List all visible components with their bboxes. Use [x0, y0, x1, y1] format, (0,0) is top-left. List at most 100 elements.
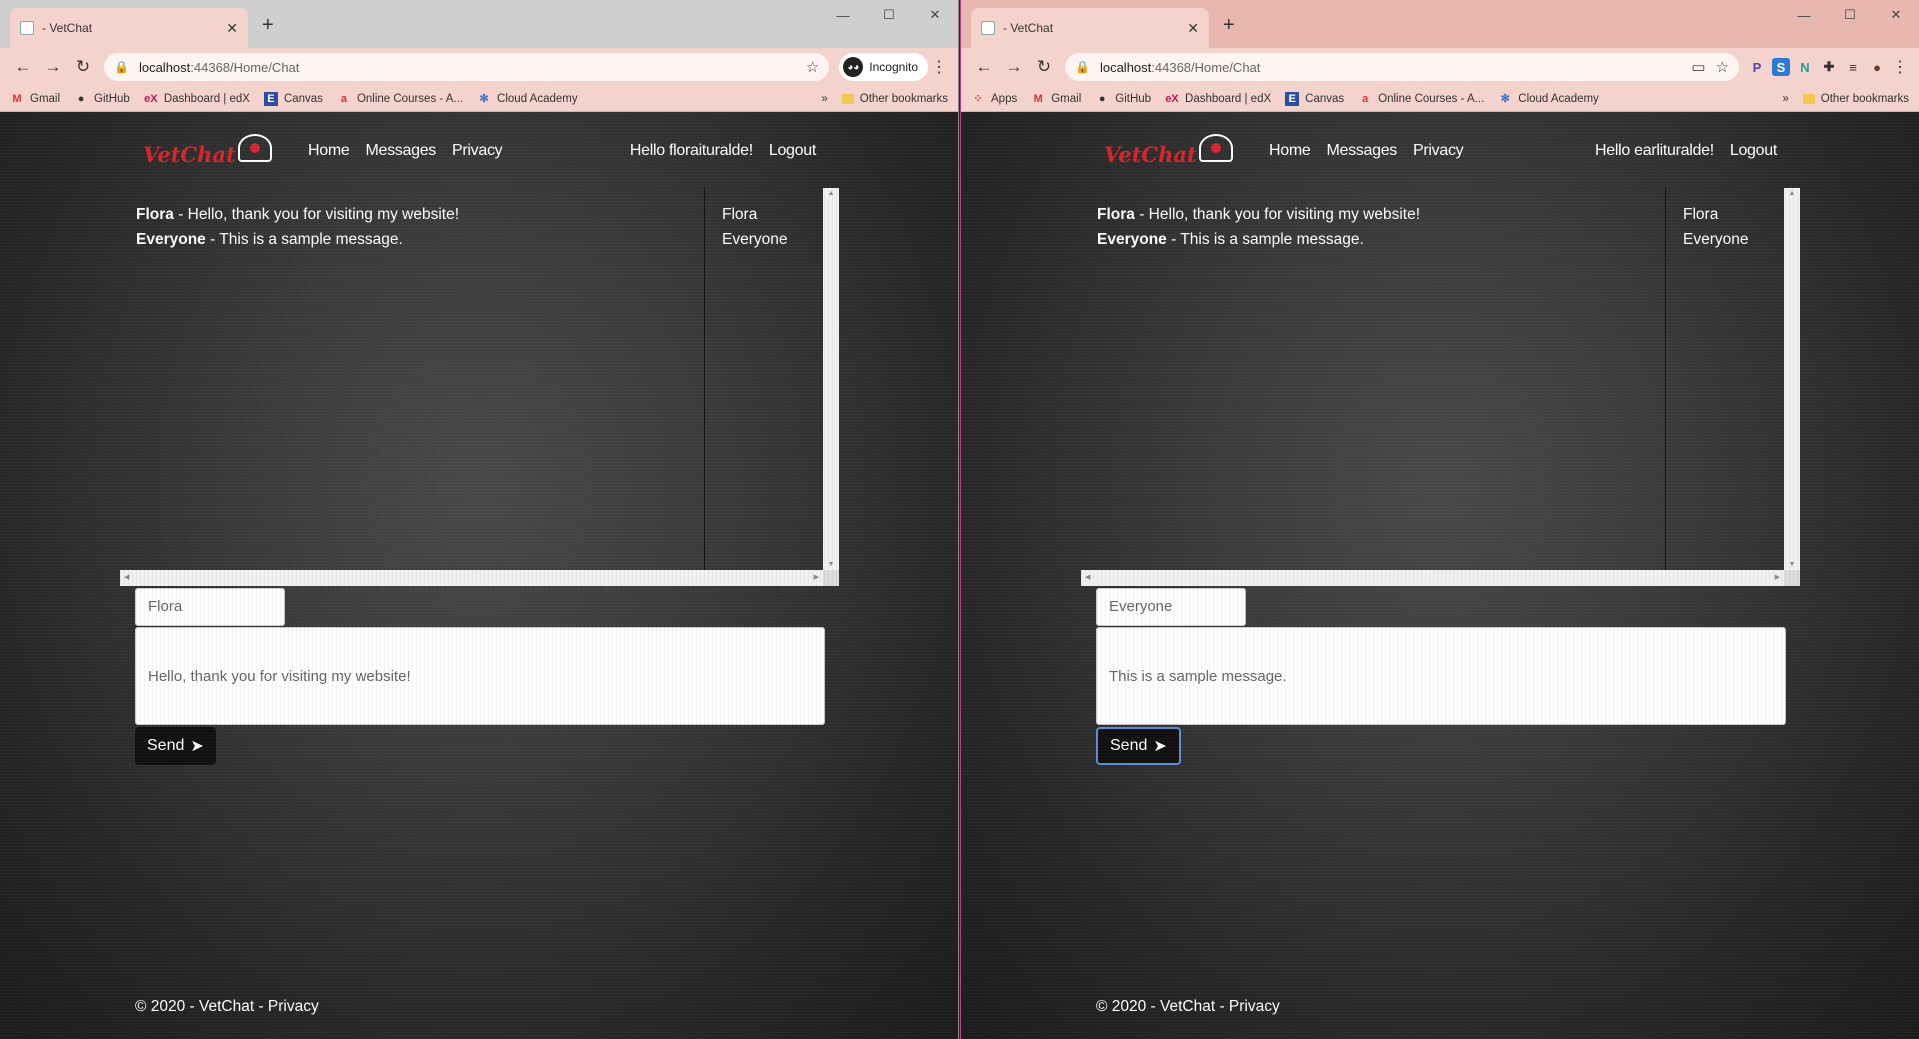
bookmark-edx[interactable]: eX Dashboard | edX — [144, 92, 250, 106]
forward-icon[interactable]: → — [38, 57, 68, 77]
message-input[interactable]: Hello, thank you for visiting my website… — [135, 627, 825, 725]
send-button[interactable]: Send ➤ — [135, 727, 216, 765]
nav-privacy[interactable]: Privacy — [1413, 142, 1464, 160]
new-tab-icon[interactable]: + — [262, 14, 274, 37]
page-footer: © 2020 - VetChat - Privacy — [135, 998, 319, 1015]
bookmark-canvas[interactable]: E Canvas — [263, 91, 323, 106]
nav-privacy[interactable]: Privacy — [452, 142, 503, 160]
courses-icon: a — [340, 92, 347, 105]
maximize-icon[interactable]: ☐ — [1827, 0, 1873, 30]
bookmark-cloud-academy[interactable]: ✻ Cloud Academy — [1498, 92, 1599, 106]
other-bookmarks-folder[interactable]: Other bookmarks — [1802, 93, 1909, 105]
close-tab-icon[interactable]: ✕ — [226, 20, 238, 37]
back-icon[interactable]: ← — [969, 57, 999, 77]
address-bar[interactable]: 🔒 localhost:44368/Home/Chat ▭ ☆ — [1065, 53, 1739, 81]
reload-icon[interactable]: ↻ — [68, 57, 98, 77]
nav-messages[interactable]: Messages — [1326, 142, 1397, 160]
incognito-label: Incognito — [869, 60, 918, 74]
vetchat-logo[interactable]: VetChat — [1104, 134, 1233, 168]
browser-tab[interactable]: - VetChat ✕ — [971, 8, 1209, 48]
close-window-icon[interactable]: ✕ — [1873, 0, 1919, 30]
scroll-left-icon[interactable]: ◀ — [124, 573, 129, 581]
bookmark-star-icon[interactable]: ☆ — [1716, 58, 1729, 76]
bookmark-gmail[interactable]: M Gmail — [1031, 92, 1082, 106]
scroll-left-icon[interactable]: ◀ — [1085, 573, 1090, 581]
lock-icon: 🔒 — [114, 60, 129, 74]
incognito-badge[interactable]: ◕◕ Incognito — [839, 53, 928, 81]
user-greeting[interactable]: Hello earlituralde! — [1595, 142, 1714, 160]
more-bookmarks-icon[interactable]: » — [1782, 93, 1788, 105]
vertical-scrollbar[interactable]: ▲ ▼ — [1784, 188, 1800, 570]
window-controls: — ☐ ✕ — [1781, 0, 1919, 30]
bookmark-apps[interactable]: ⁘ Apps — [971, 92, 1017, 106]
minimize-icon[interactable]: — — [1781, 0, 1827, 30]
lock-icon: 🔒 — [1075, 60, 1090, 74]
address-bar[interactable]: 🔒 localhost:44368/Home/Chat ☆ — [104, 53, 830, 81]
minimize-icon[interactable]: — — [820, 0, 866, 30]
extension-s-icon[interactable]: S — [1772, 58, 1790, 76]
bookmark-online-courses[interactable]: a Online Courses - A... — [1358, 92, 1484, 106]
bookmark-gmail[interactable]: M Gmail — [10, 92, 60, 106]
user-item[interactable]: Flora — [722, 202, 806, 227]
bookmark-github[interactable]: ● GitHub — [74, 92, 130, 106]
vertical-scrollbar[interactable]: ▲ ▼ — [823, 188, 839, 570]
scroll-down-icon[interactable]: ▼ — [823, 561, 839, 568]
bookmark-online-courses[interactable]: a Online Courses - A... — [337, 92, 463, 106]
vetchat-logo[interactable]: VetChat — [143, 134, 272, 168]
user-item[interactable]: Everyone — [722, 227, 806, 252]
scroll-right-icon[interactable]: ▶ — [1775, 573, 1780, 581]
browser-tab[interactable]: - VetChat ✕ — [10, 8, 248, 48]
more-bookmarks-icon[interactable]: » — [821, 93, 827, 105]
chat-bubble-icon — [1198, 134, 1233, 162]
kebab-menu-icon[interactable]: ⋮ — [928, 57, 950, 77]
nav-home[interactable]: Home — [1269, 142, 1311, 160]
scroll-up-icon[interactable]: ▲ — [823, 190, 839, 197]
extensions-puzzle-icon[interactable]: ✚ — [1817, 55, 1841, 79]
horizontal-scrollbar[interactable]: ◀ ▶ — [120, 570, 823, 586]
reading-list-icon[interactable]: ≡ — [1841, 55, 1865, 79]
user-greeting[interactable]: Hello floraituralde! — [630, 142, 753, 160]
user-list: Flora Everyone — [706, 188, 822, 570]
nav-messages[interactable]: Messages — [365, 142, 436, 160]
extension-n-icon[interactable]: N — [1793, 55, 1817, 79]
send-button[interactable]: Send ➤ — [1096, 727, 1181, 765]
profile-avatar-icon[interactable]: ● — [1865, 55, 1889, 79]
logout-link[interactable]: Logout — [769, 142, 816, 160]
bookmark-star-icon[interactable]: ☆ — [806, 58, 819, 76]
page-icon — [20, 21, 34, 35]
reload-icon[interactable]: ↻ — [1029, 57, 1059, 77]
close-tab-icon[interactable]: ✕ — [1187, 20, 1199, 37]
bookmark-canvas[interactable]: E Canvas — [1285, 91, 1344, 106]
tab-strip: - VetChat ✕ + — ☐ ✕ — [961, 0, 1919, 48]
scroll-right-icon[interactable]: ▶ — [814, 573, 819, 581]
chat-bubble-icon — [237, 134, 272, 162]
logout-link[interactable]: Logout — [1730, 142, 1777, 160]
user-item[interactable]: Everyone — [1683, 227, 1767, 252]
bookmarks-bar: ⁘ Apps M Gmail ● GitHub eX Dashboard | edX E… — [961, 86, 1919, 112]
back-icon[interactable]: ← — [8, 57, 38, 77]
gmail-icon: M — [12, 92, 22, 105]
recipient-input[interactable]: Everyone — [1096, 588, 1246, 626]
message-item: Everyone - This is a sample message. — [1097, 231, 1364, 248]
user-item[interactable]: Flora — [1683, 202, 1767, 227]
bookmark-github[interactable]: ● GitHub — [1095, 92, 1151, 106]
other-bookmarks-folder[interactable]: Other bookmarks — [841, 93, 948, 105]
new-tab-icon[interactable]: + — [1223, 14, 1235, 37]
extension-p-icon[interactable]: P — [1745, 55, 1769, 79]
message-input[interactable]: This is a sample message. — [1096, 627, 1786, 725]
url-host: localhost — [1099, 59, 1152, 75]
forward-icon[interactable]: → — [999, 57, 1029, 77]
scroll-up-icon[interactable]: ▲ — [1784, 190, 1800, 197]
close-window-icon[interactable]: ✕ — [912, 0, 958, 30]
bookmark-edx[interactable]: eX Dashboard | edX — [1165, 92, 1271, 106]
kebab-menu-icon[interactable]: ⋮ — [1889, 57, 1911, 77]
bookmarks-bar: M Gmail ● GitHub eX Dashboard | edX E Canvas… — [0, 86, 958, 112]
cast-icon[interactable]: ▭ — [1691, 58, 1705, 76]
bookmark-cloud-academy[interactable]: ✻ Cloud Academy — [477, 92, 577, 106]
horizontal-scrollbar[interactable]: ◀ ▶ — [1081, 570, 1784, 586]
nav-home[interactable]: Home — [308, 142, 350, 160]
recipient-input[interactable]: Flora — [135, 588, 285, 626]
maximize-icon[interactable]: ☐ — [866, 0, 912, 30]
tab-title: - VetChat — [42, 21, 93, 35]
scroll-down-icon[interactable]: ▼ — [1784, 561, 1800, 568]
